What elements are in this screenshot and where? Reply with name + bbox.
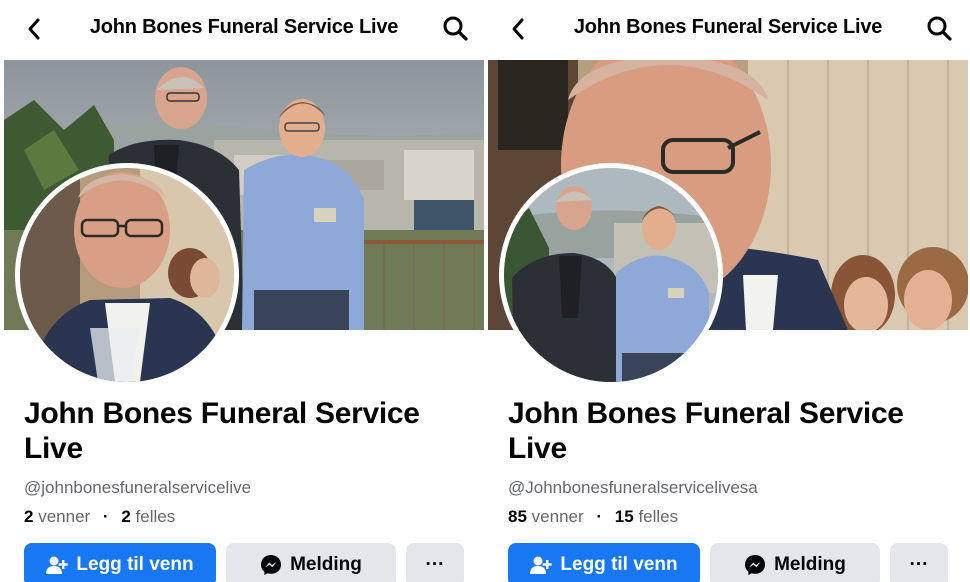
add-friend-label: Legg til venn: [560, 554, 678, 575]
profile-username: @johnbonesfuneralservicelive: [24, 478, 252, 497]
message-button[interactable]: Melding: [226, 543, 396, 582]
profile-name: John Bones Funeral Service Live: [24, 397, 420, 465]
search-button[interactable]: [924, 13, 954, 43]
add-friend-label: Legg til venn: [76, 554, 194, 575]
separator-dot: ·: [102, 507, 109, 526]
back-button[interactable]: [20, 14, 48, 44]
separator-dot: ·: [596, 507, 603, 526]
friends-count: 2: [24, 507, 34, 526]
message-label: Melding: [290, 554, 362, 575]
more-button[interactable]: ···: [890, 543, 948, 582]
top-bar: John Bones Funeral Service Live: [488, 0, 968, 58]
search-icon: [443, 16, 468, 41]
profile-picture[interactable]: [15, 163, 239, 387]
profile-name: John Bones Funeral Service Live: [508, 397, 904, 465]
message-label: Melding: [774, 554, 846, 575]
profile-username: @Johnbonesfuneralservicelivesa: [508, 478, 758, 497]
profile-picture-image: [504, 168, 718, 382]
search-icon: [927, 16, 952, 41]
friend-stats: 2 venner · 2 felles: [24, 507, 175, 527]
more-icon: ···: [909, 554, 929, 575]
add-friend-button[interactable]: Legg til venn: [24, 543, 216, 582]
search-button[interactable]: [440, 13, 470, 43]
mutual-label: felles: [638, 507, 679, 526]
page-title: John Bones Funeral Service Live: [89, 16, 399, 38]
profile-panel-right: John Bones Funeral Service Live John Bon…: [488, 0, 968, 582]
mutual-count: 2: [121, 507, 131, 526]
page-title: John Bones Funeral Service Live: [573, 16, 883, 38]
more-icon: ···: [425, 554, 445, 575]
friends-count: 85: [508, 507, 527, 526]
back-arrow-icon: [512, 18, 524, 40]
friend-stats: 85 venner · 15 felles: [508, 507, 678, 527]
mutual-label: felles: [135, 507, 176, 526]
more-button[interactable]: ···: [406, 543, 464, 582]
add-friend-icon: [530, 555, 553, 575]
profile-picture-image: [20, 168, 234, 382]
profile-picture[interactable]: [499, 163, 723, 387]
top-bar: John Bones Funeral Service Live: [4, 0, 484, 58]
messenger-icon: [744, 554, 766, 576]
message-button[interactable]: Melding: [710, 543, 880, 582]
mutual-count: 15: [614, 507, 634, 526]
add-friend-icon: [46, 555, 69, 575]
add-friend-button[interactable]: Legg til venn: [508, 543, 700, 582]
friends-label: venner: [531, 507, 584, 526]
messenger-icon: [260, 554, 282, 576]
back-arrow-icon: [28, 18, 40, 40]
friends-label: venner: [38, 507, 91, 526]
profile-panel-left: John Bones Funeral Service Live John Bon…: [4, 0, 484, 582]
back-button[interactable]: [504, 14, 532, 44]
